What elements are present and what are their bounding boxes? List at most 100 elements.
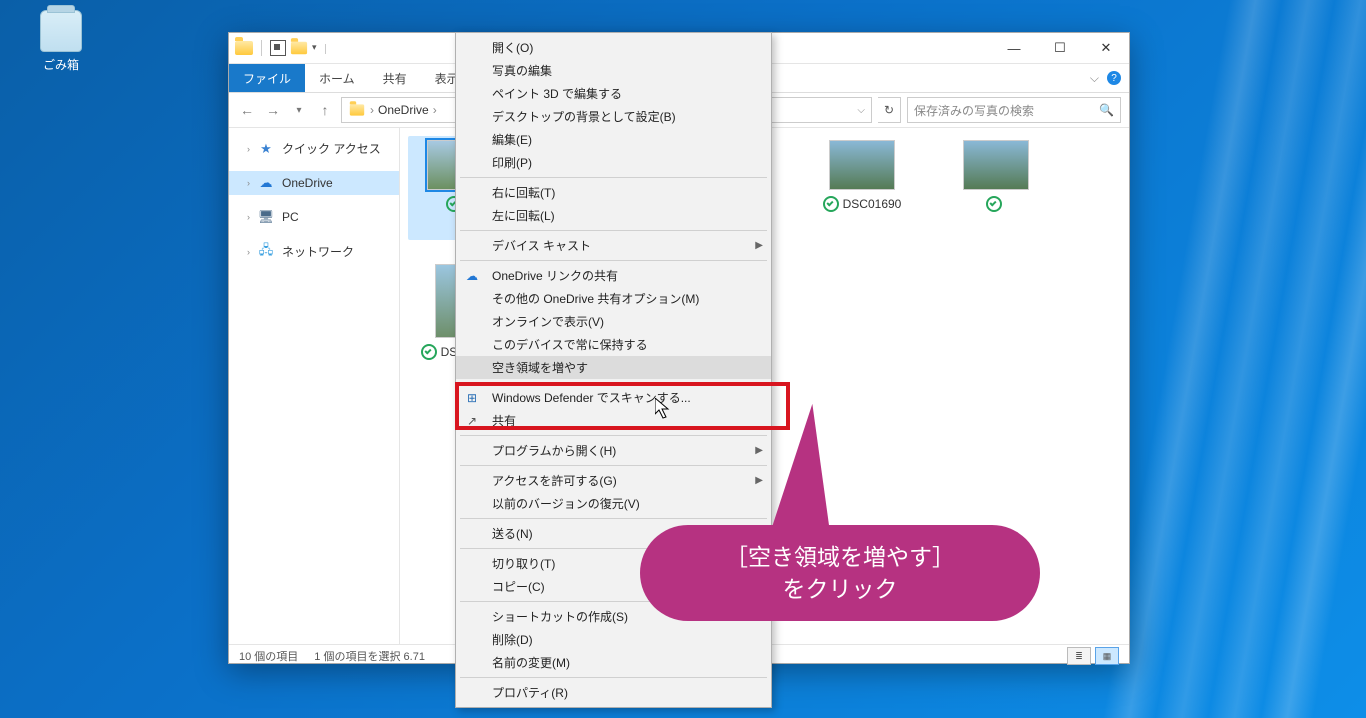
context-menu-label: デスクトップの背景として設定(B) — [492, 108, 676, 125]
desktop-recycle-bin[interactable]: ごみ箱 — [25, 10, 97, 73]
context-menu-item[interactable]: デスクトップの背景として設定(B) — [456, 105, 771, 128]
sync-check-icon — [421, 344, 437, 360]
address-dropdown-icon[interactable]: ⌵ — [857, 105, 865, 116]
context-menu-label: 共有 — [492, 412, 516, 429]
context-menu-separator — [460, 435, 767, 436]
sidebar: › ★ クイック アクセス › ☁ OneDrive › 🖥 PC › 🖧 ネッ… — [229, 128, 400, 644]
refresh-button[interactable]: ↻ — [878, 97, 901, 123]
context-menu-item[interactable]: ⊞ Windows Defender でスキャンする... — [456, 386, 771, 409]
context-menu-label: 右に回転(T) — [492, 184, 555, 201]
submenu-arrow-icon: ▶ — [755, 240, 763, 251]
pc-icon: 🖥 — [258, 209, 274, 225]
view-buttons: ≣ ▦ — [1067, 647, 1119, 665]
file-item[interactable] — [948, 140, 1044, 236]
context-menu-item[interactable]: 空き領域を増やす — [456, 356, 771, 379]
context-menu-label: 印刷(P) — [492, 154, 532, 171]
submenu-arrow-icon: ▶ — [755, 445, 763, 456]
thumbnails-view-button[interactable]: ▦ — [1095, 647, 1119, 665]
context-menu-label: デバイス キャスト — [492, 237, 591, 254]
context-menu-label: 写真の編集 — [492, 62, 552, 79]
context-menu-item[interactable]: 右に回転(T) — [456, 181, 771, 204]
context-menu-item[interactable]: 削除(D) — [456, 628, 771, 651]
context-menu-item[interactable]: 以前のバージョンの復元(V) — [456, 492, 771, 515]
status-selected: 1 個の項目を選択 6.71 — [314, 648, 425, 664]
file-caption: DSC01690 — [814, 196, 910, 212]
context-menu-label: 左に回転(L) — [492, 207, 555, 224]
context-menu-item[interactable]: その他の OneDrive 共有オプション(M) — [456, 287, 771, 310]
context-menu-item[interactable]: アクセスを許可する(G)▶ — [456, 469, 771, 492]
tab-share[interactable]: 共有 — [369, 64, 421, 92]
share-icon: ↗ — [464, 413, 480, 429]
context-menu-item[interactable]: プロパティ(R) — [456, 681, 771, 704]
context-menu-label: オンラインで表示(V) — [492, 313, 604, 330]
context-menu-label: プロパティ(R) — [492, 684, 568, 701]
shield-icon: ⊞ — [464, 390, 480, 406]
context-menu-label: コピー(C) — [492, 578, 545, 595]
sidebar-item-quick-access[interactable]: › ★ クイック アクセス — [229, 136, 399, 161]
sync-check-icon — [986, 196, 1002, 212]
network-icon: 🖧 — [258, 244, 274, 260]
context-menu-item[interactable]: プログラムから開く(H)▶ — [456, 439, 771, 462]
context-menu-separator — [460, 230, 767, 231]
context-menu-item[interactable]: デバイス キャスト ▶ — [456, 234, 771, 257]
history-dropdown[interactable]: ▾ — [289, 100, 309, 120]
context-menu-label: このデバイスで常に保持する — [492, 336, 648, 353]
context-menu-item[interactable]: ペイント 3D で編集する — [456, 82, 771, 105]
sidebar-label: ネットワーク — [282, 243, 354, 260]
sidebar-item-network[interactable]: › 🖧 ネットワーク — [229, 239, 399, 264]
back-button[interactable]: ← — [237, 100, 257, 120]
details-view-button[interactable]: ≣ — [1067, 647, 1091, 665]
context-menu-separator — [460, 465, 767, 466]
up-button[interactable]: ↑ — [315, 100, 335, 120]
breadcrumb-separator: › — [433, 103, 437, 117]
maximize-button[interactable]: ☐ — [1037, 33, 1083, 63]
context-menu-item[interactable]: 編集(E) — [456, 128, 771, 151]
recycle-bin-label: ごみ箱 — [25, 56, 97, 73]
file-caption — [948, 196, 1044, 212]
context-menu-separator — [460, 382, 767, 383]
search-input[interactable]: 保存済みの写真の検索 🔍 — [907, 97, 1121, 123]
dropdown-icon[interactable] — [312, 41, 317, 55]
minimize-button[interactable]: ― — [991, 33, 1037, 63]
context-menu-label: 名前の変更(M) — [492, 654, 570, 671]
context-menu-item[interactable]: オンラインで表示(V) — [456, 310, 771, 333]
context-menu-label: 削除(D) — [492, 631, 533, 648]
context-menu-separator — [460, 677, 767, 678]
forward-button[interactable]: → — [263, 100, 283, 120]
folder-icon-small[interactable] — [291, 42, 307, 55]
context-menu-item[interactable]: このデバイスで常に保持する — [456, 333, 771, 356]
search-placeholder: 保存済みの写真の検索 — [914, 102, 1034, 119]
context-menu-label: ペイント 3D で編集する — [492, 85, 622, 102]
file-item[interactable]: DSC01690 — [814, 140, 910, 236]
save-icon[interactable] — [270, 40, 286, 56]
folder-icon — [350, 104, 364, 115]
help-icon[interactable]: ? — [1107, 71, 1121, 85]
breadcrumb-item-onedrive[interactable]: OneDrive — [378, 103, 429, 117]
sidebar-label: OneDrive — [282, 176, 333, 190]
context-menu-item[interactable]: 左に回転(L) — [456, 204, 771, 227]
context-menu-item[interactable]: 写真の編集 — [456, 59, 771, 82]
thumbnail-image — [963, 140, 1029, 190]
status-item-count: 10 個の項目 — [239, 648, 298, 664]
separator — [261, 40, 262, 56]
sidebar-item-onedrive[interactable]: › ☁ OneDrive — [229, 171, 399, 195]
context-menu-item[interactable]: ↗ 共有 — [456, 409, 771, 432]
ribbon-expand: ⌵ ? — [1090, 64, 1129, 92]
context-menu-item[interactable]: 開く(O) — [456, 36, 771, 59]
context-menu-item[interactable]: ☁OneDrive リンクの共有 — [456, 264, 771, 287]
context-menu-label: 空き領域を増やす — [492, 359, 588, 376]
chevron-down-icon[interactable]: ⌵ — [1090, 71, 1099, 86]
context-menu-item[interactable]: 名前の変更(M) — [456, 651, 771, 674]
sidebar-label: PC — [282, 210, 299, 224]
context-menu-label: 編集(E) — [492, 131, 532, 148]
sidebar-item-pc[interactable]: › 🖥 PC — [229, 205, 399, 229]
tab-home[interactable]: ホーム — [305, 64, 369, 92]
close-button[interactable]: ✕ — [1083, 33, 1129, 63]
folder-icon — [235, 41, 253, 55]
callout-text: ［空き領域を増やす］ をクリック — [725, 541, 955, 605]
context-menu-label: Windows Defender でスキャンする... — [492, 389, 691, 406]
context-menu-item[interactable]: 印刷(P) — [456, 151, 771, 174]
tab-file[interactable]: ファイル — [229, 64, 305, 92]
context-menu-label: その他の OneDrive 共有オプション(M) — [492, 290, 699, 307]
submenu-arrow-icon: ▶ — [755, 475, 763, 486]
